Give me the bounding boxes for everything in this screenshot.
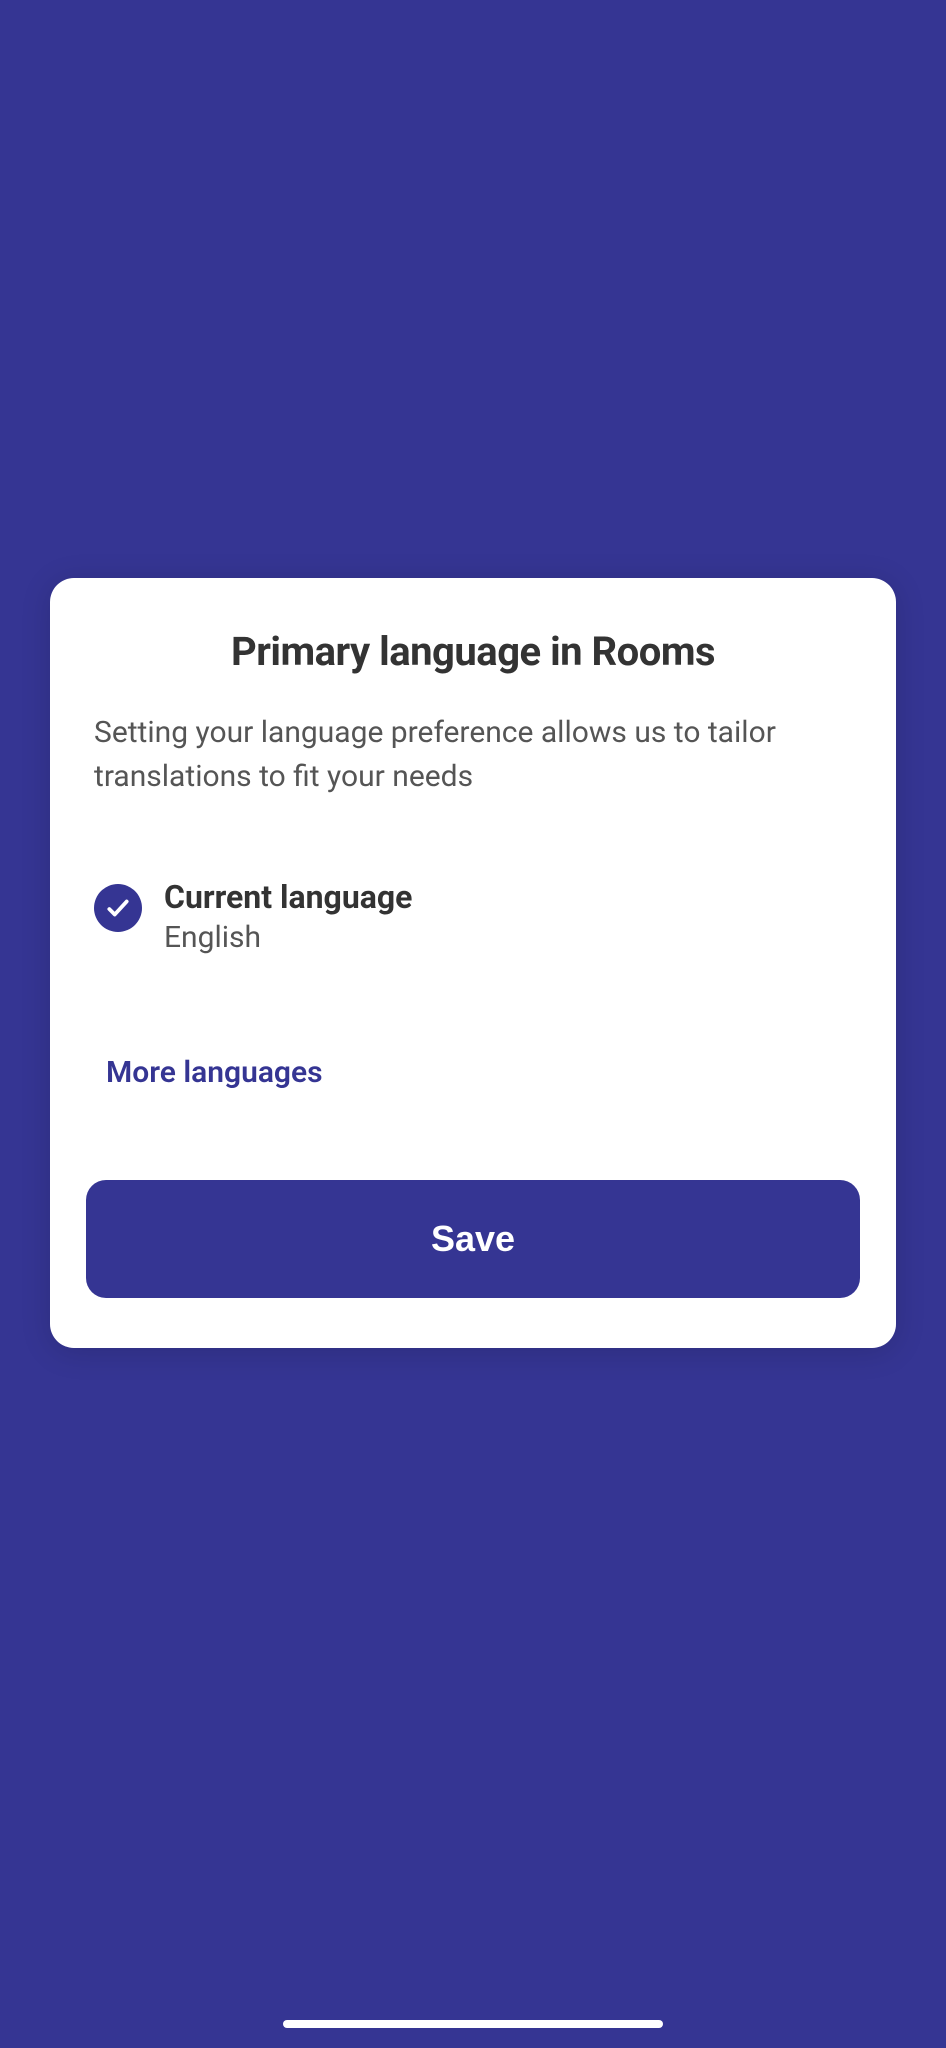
card-description: Setting your language preference allows … bbox=[86, 711, 860, 798]
current-language-text: Current language English bbox=[164, 878, 412, 955]
current-language-value: English bbox=[164, 920, 412, 955]
card-title: Primary language in Rooms bbox=[86, 628, 860, 675]
language-settings-card: Primary language in Rooms Setting your l… bbox=[50, 578, 896, 1348]
current-language-row[interactable]: Current language English bbox=[86, 878, 860, 955]
save-button[interactable]: Save bbox=[86, 1180, 860, 1298]
check-icon bbox=[94, 884, 142, 932]
current-language-label: Current language bbox=[164, 878, 412, 916]
home-indicator[interactable] bbox=[283, 2020, 663, 2028]
more-languages-link[interactable]: More languages bbox=[86, 1055, 860, 1090]
